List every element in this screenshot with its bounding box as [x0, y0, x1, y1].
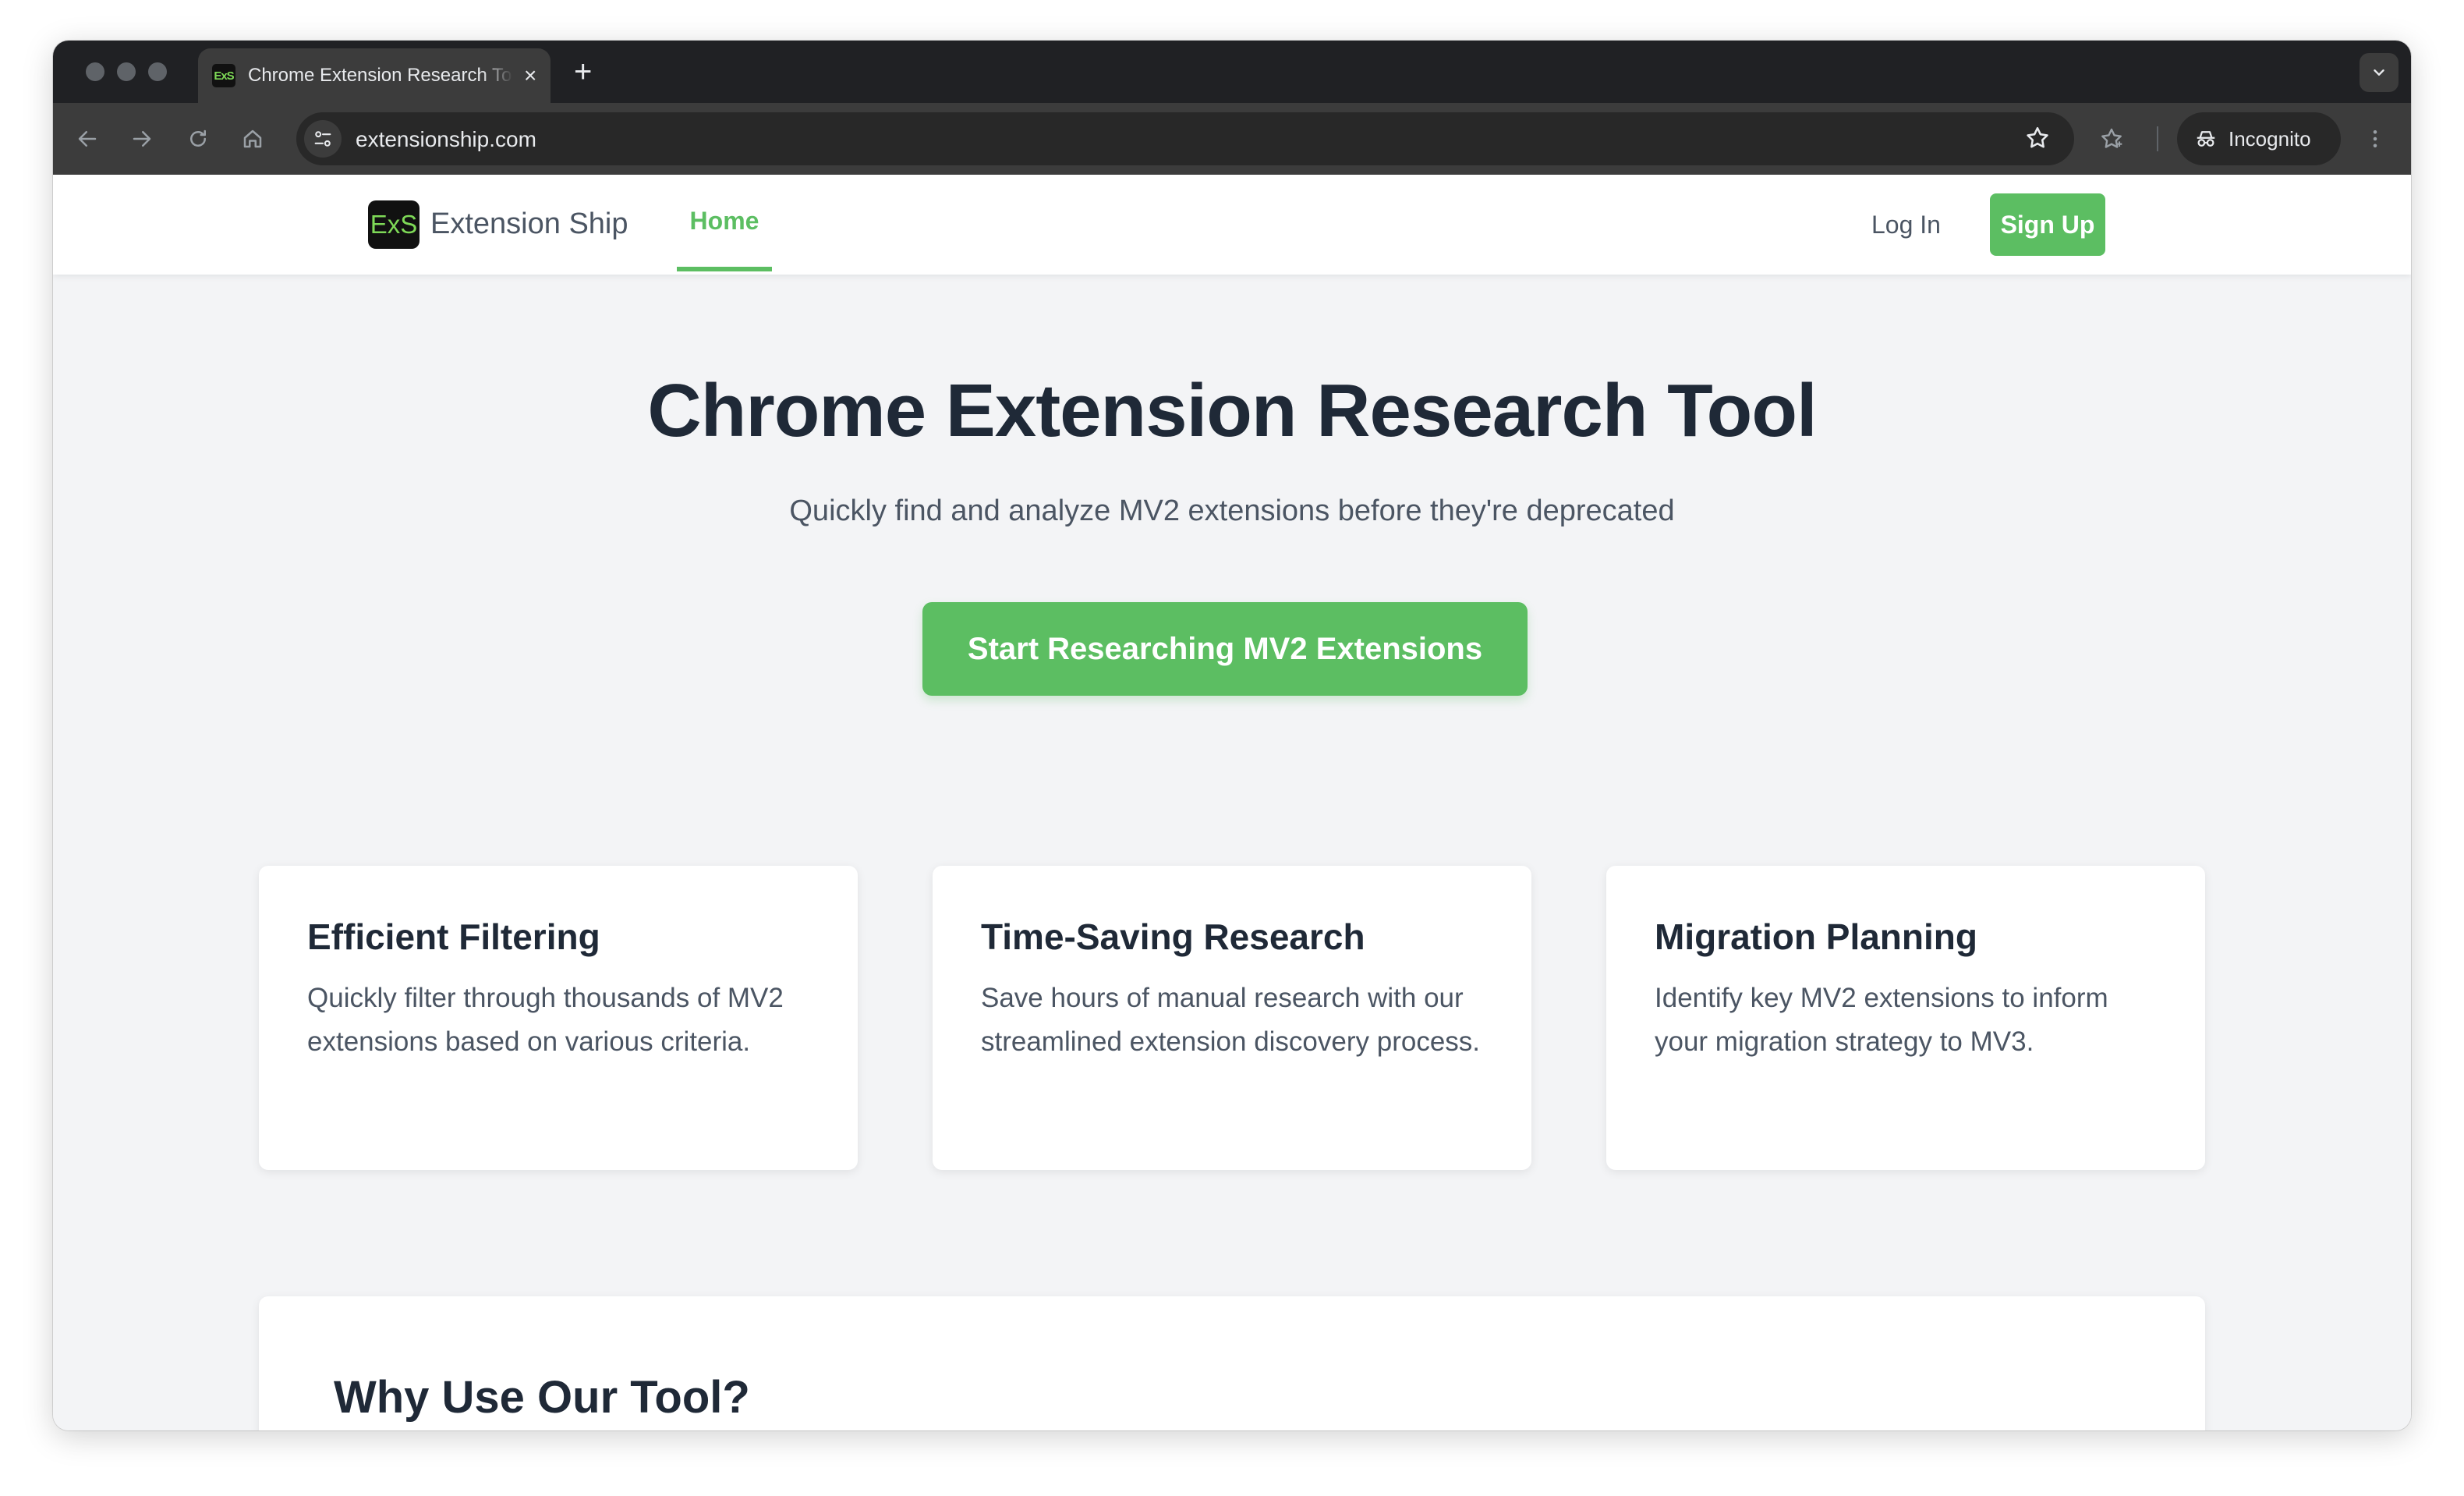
site-header: ExS Extension Ship Home Log In Sign Up — [53, 175, 2411, 275]
feature-title: Migration Planning — [1655, 916, 1977, 957]
hero-subtitle: Quickly find and analyze MV2 extensions … — [789, 495, 1675, 527]
incognito-icon — [2197, 131, 2215, 147]
back-icon[interactable] — [73, 125, 101, 153]
feature-title: Efficient Filtering — [307, 916, 600, 957]
browser-tab-active[interactable]: ExS Chrome Extension Research Tool × — [198, 48, 551, 103]
why-title: Why Use Our Tool? — [334, 1372, 750, 1423]
url-text: extensionship.com — [356, 127, 536, 151]
feature-description: Save hours of manual research with our s… — [981, 983, 1481, 1057]
browser-toolbar: extensionship.com Incognito — [53, 103, 2411, 175]
tab-strip: ExS Chrome Extension Research Tool × + — [53, 41, 2411, 103]
feature-card-migration: Migration Planning Identify key MV2 exte… — [1606, 866, 2205, 1170]
nav-home-link[interactable]: Home — [677, 175, 772, 271]
tab-search-icon[interactable] — [2360, 53, 2399, 92]
logo-text[interactable]: Extension Ship — [430, 207, 628, 241]
browser-window: ExS Chrome Extension Research Tool × + e… — [53, 41, 2411, 1430]
why-section: Why Use Our Tool? — [259, 1296, 2205, 1430]
site-info-icon[interactable] — [304, 120, 342, 158]
window-maximize-button[interactable] — [148, 62, 167, 81]
home-icon[interactable] — [239, 125, 267, 153]
signup-button[interactable]: Sign Up — [1990, 193, 2105, 256]
new-tab-icon[interactable]: + — [574, 56, 592, 87]
tab-favicon-icon: ExS — [212, 64, 235, 87]
tab-title: Chrome Extension Research Tool — [248, 65, 513, 86]
login-link[interactable]: Log In — [1871, 211, 1941, 239]
incognito-label: Incognito — [2229, 126, 2311, 151]
window-close-button[interactable] — [86, 62, 104, 81]
more-menu-icon[interactable] — [2361, 125, 2389, 153]
web-page: ExS Extension Ship Home Log In Sign Up C… — [53, 175, 2411, 1430]
feature-card-filtering: Efficient Filtering Quickly filter throu… — [259, 866, 858, 1170]
extensions-star-icon[interactable] — [2098, 125, 2126, 153]
feature-card-research: Time-Saving Research Save hours of manua… — [933, 866, 1531, 1170]
toolbar-separator — [2157, 126, 2158, 151]
start-researching-button[interactable]: Start Researching MV2 Extensions — [922, 602, 1528, 696]
feature-title: Time-Saving Research — [981, 916, 1365, 957]
address-bar[interactable]: extensionship.com — [296, 112, 2074, 165]
tab-close-icon[interactable]: × — [524, 65, 536, 87]
logo-mark[interactable]: ExS — [368, 200, 420, 249]
feature-description: Quickly filter through thousands of MV2 … — [307, 983, 784, 1057]
feature-description: Identify key MV2 extensions to inform yo… — [1655, 983, 2108, 1057]
hero-title: Chrome Extension Research Tool — [647, 369, 1817, 452]
reload-icon[interactable] — [184, 125, 212, 153]
bookmark-star-icon[interactable] — [2024, 125, 2051, 155]
window-minimize-button[interactable] — [117, 62, 136, 81]
incognito-badge[interactable]: Incognito — [2177, 112, 2341, 165]
forward-icon[interactable] — [128, 125, 156, 153]
